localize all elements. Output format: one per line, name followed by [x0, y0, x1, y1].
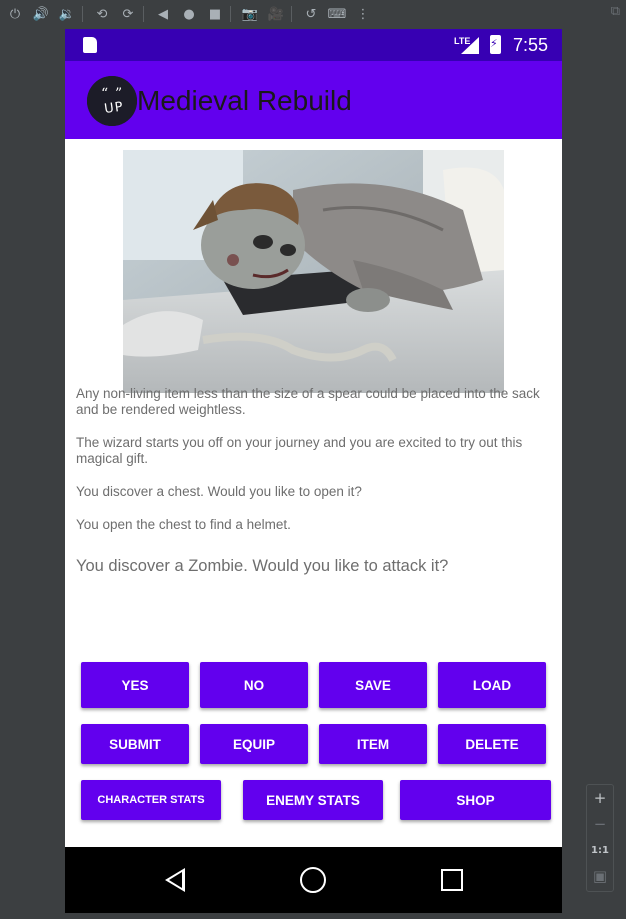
- zoom-actual-size-button[interactable]: 1:1: [587, 837, 613, 863]
- zoom-controls: + − 1:1 ▣: [586, 784, 614, 892]
- toolbar-divider: [82, 6, 83, 22]
- status-time: 7:55: [513, 35, 549, 55]
- equip-button[interactable]: EQUIP: [200, 724, 308, 764]
- app-title: Medieval Rebuild: [137, 85, 352, 116]
- power-icon[interactable]: ⏻: [4, 3, 26, 25]
- story-paragraph: You open the chest to find a helmet.: [76, 517, 291, 532]
- zombie-image: [123, 150, 504, 393]
- battery-charging-icon: [490, 35, 501, 54]
- window-icon[interactable]: ⧉: [611, 4, 620, 19]
- volume-down-icon[interactable]: 🔉: [56, 3, 78, 25]
- home-icon[interactable]: ●: [178, 3, 200, 25]
- nav-recents-icon[interactable]: [441, 869, 463, 891]
- submit-button[interactable]: SUBMIT: [81, 724, 189, 764]
- navigation-bar: [65, 847, 562, 913]
- device-screen: LTE 7:55 “ ” UP Medieval Rebuild: [65, 29, 562, 913]
- shop-button[interactable]: SHOP: [400, 780, 551, 820]
- camera-icon[interactable]: 📷: [239, 3, 261, 25]
- toolbar-divider: [143, 6, 144, 22]
- story-paragraph: You discover a chest. Would you like to …: [76, 484, 362, 499]
- yes-button[interactable]: YES: [81, 662, 189, 708]
- enemy-stats-button[interactable]: ENEMY STATS: [243, 780, 383, 820]
- app-bar: “ ” UP Medieval Rebuild: [65, 61, 562, 139]
- save-button[interactable]: SAVE: [319, 662, 427, 708]
- emulator-toolbar: ⏻ 🔊 🔉 ⟲ ⟳ ◀ ● ■ 📷 🎥 ↺ ⌨ ⋮ ⧉: [0, 0, 626, 28]
- volume-up-icon[interactable]: 🔊: [30, 3, 52, 25]
- item-button[interactable]: ITEM: [319, 724, 427, 764]
- load-button[interactable]: LOAD: [438, 662, 546, 708]
- character-stats-button[interactable]: CHARACTER STATS: [81, 780, 221, 820]
- overview-icon[interactable]: ■: [204, 3, 226, 25]
- toolbar-divider: [230, 6, 231, 22]
- back-icon[interactable]: ◀: [152, 3, 174, 25]
- signal-icon: [461, 37, 479, 54]
- zoom-out-icon[interactable]: −: [587, 811, 613, 837]
- story-log: Any non-living item less than the size o…: [76, 386, 556, 550]
- story-content: Any non-living item less than the size o…: [65, 139, 562, 846]
- video-icon[interactable]: 🎥: [265, 3, 287, 25]
- more-icon[interactable]: ⋮: [352, 3, 374, 25]
- undo-icon[interactable]: ↺: [300, 3, 322, 25]
- logo-face-icon: “ ” UP: [87, 76, 137, 126]
- sd-card-icon: [83, 37, 97, 53]
- no-button[interactable]: NO: [200, 662, 308, 708]
- rotate-right-icon[interactable]: ⟳: [117, 3, 139, 25]
- toolbar-divider: [291, 6, 292, 22]
- rotate-left-icon[interactable]: ⟲: [91, 3, 113, 25]
- status-bar: LTE 7:55: [65, 29, 562, 61]
- zoom-in-icon[interactable]: +: [587, 785, 613, 811]
- zoom-fit-icon[interactable]: ▣: [587, 863, 613, 889]
- story-paragraph: The wizard starts you off on your journe…: [76, 435, 523, 466]
- nav-home-icon[interactable]: [300, 867, 326, 893]
- svg-text:“: “: [101, 86, 109, 102]
- svg-text:UP: UP: [103, 99, 124, 117]
- delete-button[interactable]: DELETE: [438, 724, 546, 764]
- story-paragraph: Any non-living item less than the size o…: [76, 386, 540, 417]
- keyboard-icon[interactable]: ⌨: [326, 3, 348, 25]
- app-logo: “ ” UP: [87, 76, 137, 126]
- current-question: You discover a Zombie. Would you like to…: [76, 557, 449, 575]
- nav-back-icon[interactable]: [165, 868, 185, 892]
